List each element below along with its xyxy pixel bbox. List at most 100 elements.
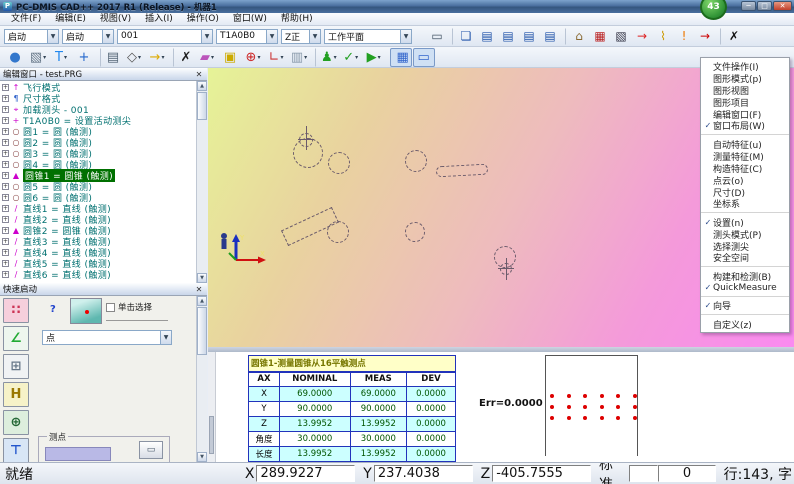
probe-mode-icon[interactable]: T ▾ [50, 48, 72, 67]
chevron-down-icon[interactable]: ▾ [355, 54, 358, 61]
report-template-icon[interactable]: ▦ [590, 28, 610, 45]
context-menu-item[interactable]: ✓ 自定义(z) [701, 318, 789, 330]
chevron-down-icon[interactable]: ▼ [102, 30, 113, 43]
qs-measure-points-icon[interactable]: ∷ [3, 298, 29, 323]
context-menu-item[interactable]: ✓ 构造特征(C) [701, 162, 789, 174]
close-icon[interactable]: ✕ [194, 70, 204, 79]
chevron-down-icon[interactable]: ▼ [160, 331, 171, 344]
chevron-down-icon[interactable]: ▾ [211, 54, 214, 61]
menu-item[interactable]: 视图(V) [93, 14, 138, 24]
click-select-checkbox[interactable]: 单击选择 [106, 301, 152, 313]
chevron-down-icon[interactable]: ▼ [266, 30, 277, 43]
comment-icon[interactable]: ▤ ▾ [100, 48, 122, 67]
context-menu-item[interactable]: ✓ 向导 [701, 300, 789, 315]
minimize-button[interactable]: ─ [741, 1, 756, 11]
preview-button[interactable]: ▭ [139, 441, 163, 459]
scroll-up-icon[interactable]: ▲ [197, 81, 207, 91]
pan-view-icon[interactable]: + ▾ [73, 48, 95, 67]
chevron-down-icon[interactable]: ▾ [257, 54, 260, 61]
alignment-axes-icon[interactable]: ∟ ▾ [265, 48, 287, 67]
menu-item[interactable]: 插入(I) [138, 14, 180, 24]
report-window-icon[interactable]: ▤ [498, 28, 518, 45]
context-menu-item[interactable]: ✓ 测量特征(M) [701, 150, 789, 162]
menu-item[interactable]: 帮助(H) [274, 14, 320, 24]
cad-circle-feature[interactable] [405, 222, 425, 242]
cad-circle-feature[interactable] [327, 221, 349, 243]
expand-icon[interactable]: + [2, 139, 9, 146]
chevron-down-icon[interactable]: ▼ [201, 30, 212, 43]
combo-view-direction[interactable]: Z正 ▼ [281, 29, 321, 44]
expand-icon[interactable]: + [2, 194, 9, 201]
expand-icon[interactable]: + [2, 216, 9, 223]
expand-icon[interactable]: + [2, 271, 9, 278]
target-feature-icon[interactable]: ⊕ ▾ [242, 48, 264, 67]
customize-tools-icon[interactable]: ✗ [720, 28, 744, 45]
context-menu-item[interactable]: ✓ 图形模式(p) [701, 72, 789, 84]
context-menu-item[interactable]: ✓ 安全空间 [701, 252, 789, 267]
expand-icon[interactable]: + [2, 249, 9, 256]
expand-icon[interactable]: + [2, 95, 9, 102]
chevron-down-icon[interactable]: ▾ [161, 54, 164, 61]
close-icon[interactable]: ✕ [194, 285, 204, 294]
qs-alignment-icon[interactable]: ∠ [3, 326, 29, 351]
cad-circle-feature[interactable] [328, 152, 350, 174]
wireframe-view-icon[interactable]: ◇ ▾ [123, 48, 145, 67]
close-button[interactable]: ✕ [773, 1, 792, 11]
scrollbar-thumb[interactable] [197, 92, 207, 120]
scrollbar-thumb[interactable] [209, 416, 214, 454]
context-menu-item[interactable]: ✓ 文件操作(I) [701, 60, 789, 72]
context-menu-item[interactable]: ✓ 图形视图 [701, 84, 789, 96]
expand-icon[interactable]: + [2, 172, 9, 179]
plane-feature-icon[interactable]: ▰ ▾ [196, 48, 218, 67]
expand-icon[interactable]: + [2, 150, 9, 157]
context-menu-item[interactable]: ✓ 坐标系 [701, 198, 789, 213]
quick-start-scrollbar[interactable]: ▲ ▼ [196, 296, 207, 462]
report-window-toggle-icon[interactable]: ▭ ▾ [413, 48, 435, 67]
chevron-down-icon[interactable]: ▾ [304, 54, 307, 61]
expand-icon[interactable]: + [2, 227, 9, 234]
menu-item[interactable]: 操作(O) [180, 14, 226, 24]
qs-calibrate-icon[interactable]: ⊞ [3, 354, 29, 379]
context-menu-item[interactable]: ✓ 设置(n) [701, 216, 789, 228]
scroll-down-icon[interactable]: ▼ [197, 452, 207, 462]
cad-report-icon[interactable]: ⌂ [565, 28, 589, 45]
qs-datum-icon[interactable]: ⊕ [3, 410, 29, 435]
value-field[interactable] [45, 447, 111, 461]
chevron-down-icon[interactable]: ▾ [378, 54, 381, 61]
tree-item[interactable]: + ∕ 直线6 = 直线 (触测) [0, 269, 196, 280]
context-menu-item[interactable]: ✓ 测头模式(P) [701, 228, 789, 240]
menu-item[interactable]: 编辑(E) [48, 14, 93, 24]
graphic-item-icon[interactable]: ● ▾ [4, 48, 26, 67]
expand-icon[interactable]: + [2, 205, 9, 212]
chevron-down-icon[interactable]: ▼ [309, 30, 320, 43]
execute-check-icon[interactable]: ✓ ▾ [340, 48, 362, 67]
operator-icon[interactable]: ♟ ▾ [315, 48, 339, 67]
scroll-down-icon[interactable]: ▼ [197, 273, 207, 283]
context-menu-item[interactable]: ✓ QuickMeasure [701, 282, 789, 297]
combo-probe-file[interactable]: 001 ▼ [117, 29, 213, 44]
feature-type-combobox[interactable]: 点 ▼ [42, 330, 172, 345]
execute-program-icon[interactable]: ▶ ▾ [363, 48, 385, 67]
expand-icon[interactable]: + [2, 183, 9, 190]
expand-icon[interactable]: + [2, 128, 9, 135]
chevron-down-icon[interactable]: ▾ [138, 54, 141, 61]
qs-dimension-icon[interactable]: H [3, 382, 29, 407]
chevron-down-icon[interactable]: ▾ [334, 54, 337, 61]
chevron-down-icon[interactable]: ▼ [47, 30, 58, 43]
context-menu-item[interactable]: ✓ 构建和检测(B) [701, 270, 789, 282]
expand-icon[interactable]: + [2, 117, 9, 124]
chevron-down-icon[interactable]: ▾ [64, 54, 67, 61]
expand-icon[interactable]: + [2, 84, 9, 91]
context-menu-item[interactable]: ✓ 窗口布局(W) [701, 120, 789, 135]
view-setup-icon[interactable]: ▧ ▾ [27, 48, 49, 67]
maximize-button[interactable]: □ [757, 1, 772, 11]
chevron-down-icon[interactable]: ▾ [43, 54, 46, 61]
combo-motion-mode[interactable]: 启动 ▼ [62, 29, 114, 44]
program-pages-icon[interactable]: ▥ ▾ [288, 48, 310, 67]
feature-preview-image[interactable] [70, 298, 102, 324]
checkbox-icon[interactable] [106, 303, 115, 312]
menu-item[interactable]: 窗口(W) [226, 14, 274, 24]
scrollbar-thumb[interactable] [197, 307, 207, 355]
path-lines-icon[interactable]: ⌇ [653, 28, 673, 45]
chevron-down-icon[interactable]: ▾ [280, 54, 283, 61]
